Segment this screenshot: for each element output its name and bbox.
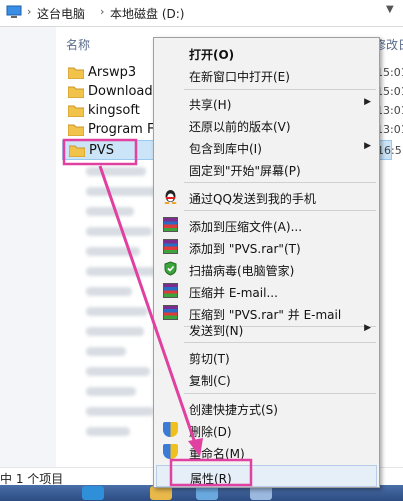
menu-item-add-pvs-rar[interactable]: 添加到 "PVS.rar"(T): [156, 236, 377, 258]
app-taskbar-icon[interactable]: [250, 486, 272, 500]
breadcrumb-separator: ›: [100, 5, 105, 18]
menu-divider: [184, 210, 376, 211]
navigation-pane[interactable]: [0, 27, 56, 467]
obscured-row: [86, 387, 136, 396]
column-header-name[interactable]: 名称: [66, 36, 90, 53]
menu-item-include-library[interactable]: 包含到库中(I) ▶: [156, 136, 377, 158]
breadcrumb-local-disk[interactable]: 本地磁盘 (D:): [110, 5, 184, 22]
explorer-taskbar-icon[interactable]: [150, 486, 172, 500]
uac-shield-icon: [163, 422, 178, 437]
folder-icon: [68, 67, 84, 79]
menu-item-properties[interactable]: 属性(R): [156, 465, 377, 487]
obscured-row: [86, 347, 126, 356]
file-time: 15:01: [376, 85, 403, 98]
obscured-row: [86, 407, 154, 416]
browser-taskbar-icon[interactable]: [82, 486, 104, 500]
obscured-row: [86, 327, 144, 336]
folder-icon: [68, 105, 84, 117]
menu-item-rename[interactable]: 重命名(M): [156, 441, 377, 463]
menu-item-pin-start[interactable]: 固定到"开始"屏幕(P): [156, 158, 377, 180]
menu-divider: [184, 342, 376, 343]
folder-icon: [69, 145, 85, 157]
menu-item-compress-email[interactable]: 压缩并 E-mail...: [156, 280, 377, 302]
winrar-icon: [163, 239, 178, 254]
obscured-row: [86, 367, 150, 376]
menu-item-open-new-window[interactable]: 在新窗口中打开(E): [156, 64, 377, 86]
breadcrumb-separator: ›: [27, 5, 32, 18]
obscured-row: [86, 247, 140, 256]
obscured-row: [86, 427, 130, 436]
chevron-right-icon: ▶: [364, 323, 371, 333]
file-time: 15:01: [376, 66, 403, 79]
menu-divider: [184, 89, 376, 90]
breadcrumb-this-pc[interactable]: 这台电脑: [37, 5, 85, 22]
menu-item-open[interactable]: 打开(O): [156, 42, 377, 64]
antivirus-shield-icon: [164, 261, 177, 276]
menu-divider: [184, 393, 376, 394]
computer-icon: [6, 5, 22, 18]
winrar-icon: [163, 283, 178, 298]
menu-divider: [184, 182, 376, 183]
file-name: kingsoft: [88, 103, 140, 118]
menu-item-scan-virus[interactable]: 扫描病毒(电脑管家): [156, 258, 377, 280]
file-time: 16:51: [377, 144, 403, 157]
menu-item-copy[interactable]: 复制(C): [156, 368, 377, 390]
winrar-icon: [163, 217, 178, 232]
menu-item-send-to[interactable]: 发送到(N) ▶: [156, 318, 377, 340]
menu-item-restore-previous[interactable]: 还原以前的版本(V): [156, 114, 377, 136]
menu-item-send-qq[interactable]: 通过QQ发送到我的手机: [156, 186, 377, 208]
uac-shield-icon: [163, 444, 178, 459]
folder-icon: [68, 86, 84, 98]
menu-item-cut[interactable]: 剪切(T): [156, 346, 377, 368]
obscured-row: [86, 267, 156, 276]
obscured-row: [86, 207, 134, 216]
address-bar[interactable]: › 这台电脑 › 本地磁盘 (D:) ▼: [0, 0, 403, 27]
folder-icon: [68, 124, 84, 136]
obscured-row: [86, 227, 152, 236]
obscured-row: [86, 167, 146, 176]
menu-item-share[interactable]: 共享(H) ▶: [156, 92, 377, 114]
context-menu[interactable]: 打开(O) 在新窗口中打开(E) 共享(H) ▶ 还原以前的版本(V) 包含到库…: [153, 37, 380, 488]
menu-item-add-archive[interactable]: 添加到压缩文件(A)...: [156, 214, 377, 236]
file-name: Downloads: [88, 84, 160, 99]
file-name: PVS: [89, 143, 114, 158]
file-time: 13:01: [376, 104, 403, 117]
app-taskbar-icon[interactable]: [196, 486, 218, 500]
chevron-down-icon[interactable]: ▼: [386, 4, 394, 15]
file-time: 13:01: [376, 123, 403, 136]
menu-item-create-shortcut[interactable]: 创建快捷方式(S): [156, 397, 377, 419]
menu-item-delete[interactable]: 删除(D): [156, 419, 377, 441]
file-name: Arswp3: [88, 65, 137, 80]
obscured-row: [86, 287, 132, 296]
chevron-right-icon: ▶: [364, 141, 371, 151]
chevron-right-icon: ▶: [364, 97, 371, 107]
qq-penguin-icon: [164, 190, 177, 204]
obscured-row: [86, 307, 148, 316]
obscured-row: [86, 187, 158, 196]
